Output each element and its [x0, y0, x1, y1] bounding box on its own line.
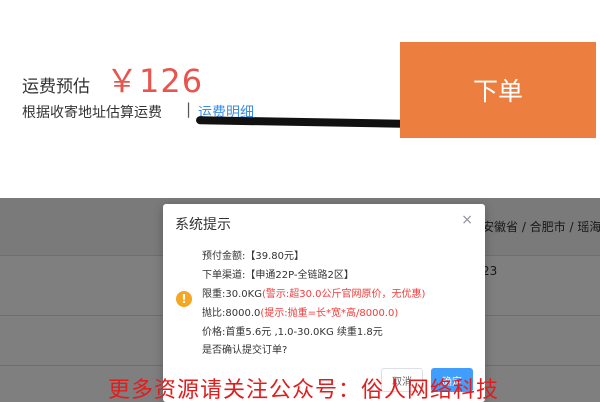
prepay-amount-line: 预付金额:【39.80元】	[202, 251, 304, 262]
fee-estimate-note: 根据收寄地址估算运费	[22, 105, 162, 121]
dialog-title: 系统提示	[175, 217, 231, 233]
volume-ratio-hint: (提示:抛重=长*宽*高/8000.0)	[260, 308, 399, 319]
shipping-estimate-panel: 运费预估 ￥126 根据收寄地址估算运费 | 运费明细 下单	[0, 42, 600, 138]
fee-separator: |	[186, 100, 192, 118]
confirm-question-line: 是否确认提交订单?	[202, 345, 288, 356]
volume-ratio-text: 抛比:8000.0	[202, 308, 261, 319]
spacer-area	[0, 138, 600, 198]
weight-warning-text: (警示:超30.0公斤官网原价，无优惠)	[261, 289, 426, 300]
watermark-text: 更多资源请关注公众号：俗人网络科技	[108, 378, 500, 402]
fee-amount: ￥126	[106, 62, 204, 100]
close-icon[interactable]: ×	[461, 212, 473, 228]
volume-ratio-line: 抛比:8000.0(提示:抛重=长*宽*高/8000.0)	[202, 304, 398, 319]
weight-limit-line: 限重:30.0KG(警示:超30.0公斤官网原价，无优惠)	[202, 285, 425, 300]
annotation-underline	[195, 116, 407, 128]
place-order-button[interactable]: 下单	[400, 42, 596, 138]
weight-limit-text: 限重:30.0KG	[202, 289, 262, 300]
warning-icon: !	[176, 291, 192, 307]
top-blank-area	[0, 0, 600, 42]
price-line: 价格:首重5.6元 ,1.0-30.0KG 续重1.8元	[202, 327, 383, 338]
order-channel-line: 下单渠道:【申通22P-全链路2区】	[202, 270, 354, 281]
fee-estimate-label: 运费预估	[22, 77, 90, 97]
